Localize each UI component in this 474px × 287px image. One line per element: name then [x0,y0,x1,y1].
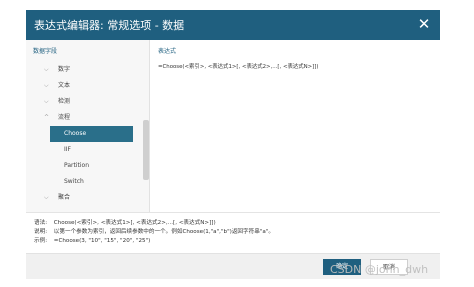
close-icon[interactable]: ✕ [416,16,432,32]
tree-item-label: IIF [64,146,71,153]
help-desc-key: 说明: [34,229,48,235]
expression-header: 表达式 [158,48,177,55]
tree-item-label: Choose [64,130,87,137]
chevron-down-icon[interactable]: ⌵ [44,78,52,94]
help-example-key: 示例: [34,238,48,244]
tree-item-label: 数字 [58,66,71,73]
tree-item-label: 流程 [58,114,71,121]
dialog-title: 表达式编辑器: 常规选项 - 数据 [34,19,185,32]
tree-item-partition[interactable]: Partition [26,158,144,174]
help-example-row: 示例: =Choose(3, "10", "15", "20", "25") [34,237,432,246]
help-example-value: =Choose(3, "10", "15", "20", "25") [53,238,151,244]
help-section: 语法: Choose(<索引>, <表达式1>[, <表达式2>,...[, <… [26,213,440,253]
tree-item-iif[interactable]: IIF [26,142,144,158]
chevron-down-icon[interactable]: ⌵ [44,94,52,110]
data-fields-panel: 数据字段 ⌵ 数字 ⌵ 文本 ⌵ 检测 ^ 流程 Choose IIF Part… [26,40,150,212]
tree-item-number[interactable]: ⌵ 数字 [26,62,144,78]
data-fields-header: 数据字段 [33,48,58,55]
help-desc-row: 说明: 以第一个参数为索引，返回后续参数中的一个。例如Choose(1,"a",… [34,228,432,237]
tree-item-flow[interactable]: ^ 流程 [26,110,144,126]
tree-item-text[interactable]: ⌵ 文本 [26,78,144,94]
chevron-up-icon[interactable]: ^ [44,110,52,126]
help-syntax-value: Choose(<索引>, <表达式1>[, <表达式2>,...[, <表达式N… [53,220,216,226]
expression-editor[interactable]: =Choose(<索引>, <表达式1>[, <表达式2>,...[, <表达式… [156,60,436,200]
dialog-title-bar: 表达式编辑器: 常规选项 - 数据 ✕ [26,10,440,40]
function-tree: ⌵ 数字 ⌵ 文本 ⌵ 检测 ^ 流程 Choose IIF Partition… [26,62,144,206]
help-syntax-key: 语法: [34,220,48,226]
chevron-down-icon[interactable]: ⌵ [44,190,52,206]
watermark-text: CSDN @john_dwh [330,263,429,276]
tree-item-switch[interactable]: Switch [26,174,144,190]
tree-item-label: 检测 [58,98,71,105]
tree-item-choose[interactable]: Choose [50,126,133,142]
tree-item-label: Switch [64,178,84,185]
tree-scrollbar[interactable] [143,120,149,180]
tree-item-aggregate[interactable]: ⌵ 聚合 [26,190,144,206]
tree-item-label: 文本 [58,82,71,89]
expression-editor-dialog: 表达式编辑器: 常规选项 - 数据 ✕ 数据字段 ⌵ 数字 ⌵ 文本 ⌵ 检测 … [0,0,474,287]
help-syntax-row: 语法: Choose(<索引>, <表达式1>[, <表达式2>,...[, <… [34,219,432,228]
help-desc-value: 以第一个参数为索引，返回后续参数中的一个。例如Choose(1,"a","b")… [53,229,274,235]
tree-item-label: Partition [64,162,90,169]
expression-panel: 表达式 =Choose(<索引>, <表达式1>[, <表达式2>,...[, … [151,40,440,212]
tree-item-inspection[interactable]: ⌵ 检测 [26,94,144,110]
chevron-down-icon[interactable]: ⌵ [44,62,52,78]
tree-item-label: 聚合 [58,194,71,201]
